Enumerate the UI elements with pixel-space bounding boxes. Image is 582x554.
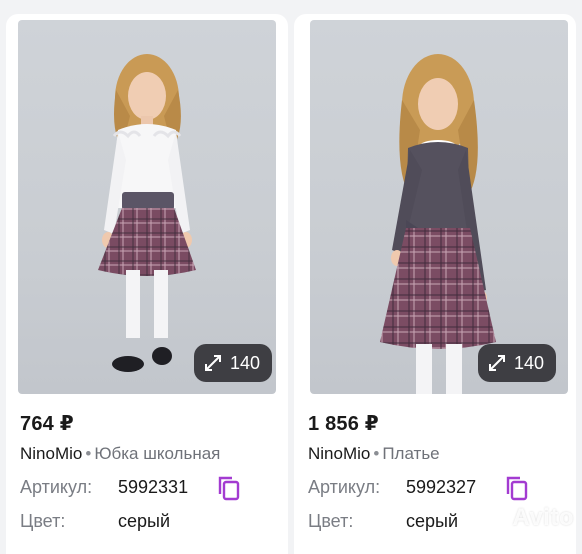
expand-icon <box>204 355 221 371</box>
color-label: Цвет: <box>308 511 354 531</box>
brand-name: NinoMio <box>308 444 371 463</box>
listing-card[interactable]: 140 1 856 ₽ NinoMio • Платье Артикул: 5992… <box>294 14 576 554</box>
listing-card[interactable]: 140 764 ₽ NinoMio • Юбка школьная Артикул:… <box>6 14 288 554</box>
product-kind: Юбка школьная <box>94 444 221 463</box>
copy-icon[interactable] <box>216 474 242 502</box>
color-value: серый <box>406 511 459 531</box>
avito-watermark: Avito <box>486 504 574 532</box>
color-row: Цвет: серый <box>308 511 458 532</box>
copy-icon[interactable] <box>504 474 530 502</box>
photo-count: 140 <box>229 352 260 373</box>
listing-grid: 140 764 ₽ NinoMio • Юбка школьная Артикул:… <box>6 14 576 554</box>
sku-row: Артикул: 5992331 <box>20 476 240 501</box>
product-photo[interactable]: 140 <box>18 20 276 394</box>
color-value: серый <box>118 511 171 531</box>
price: 764 ₽ <box>20 413 74 435</box>
photo-count-badge[interactable]: 140 <box>477 344 556 382</box>
color-row: Цвет: серый <box>20 511 170 532</box>
listing-title[interactable]: NinoMio • Платье <box>308 444 440 464</box>
title-separator: • <box>85 444 92 463</box>
price: 1 856 ₽ <box>308 413 379 435</box>
photo-count-badge[interactable]: 140 <box>193 344 272 382</box>
sku-label: Артикул: <box>308 477 381 497</box>
title-separator: • <box>373 444 380 463</box>
product-photo[interactable]: 140 <box>310 20 568 394</box>
sku-row: Артикул: 5992327 <box>308 476 528 501</box>
color-label: Цвет: <box>20 511 66 531</box>
brand-name: NinoMio <box>20 444 83 463</box>
sku-label: Артикул: <box>20 477 93 497</box>
photo-count: 140 <box>513 352 544 373</box>
watermark-text: Avito <box>512 504 574 531</box>
listing-title[interactable]: NinoMio • Юбка школьная <box>20 444 220 464</box>
sku-value: 5992327 <box>406 477 477 497</box>
sku-value: 5992331 <box>118 477 189 497</box>
avito-logo <box>486 507 508 529</box>
product-kind: Платье <box>382 444 440 463</box>
expand-icon <box>488 355 505 371</box>
